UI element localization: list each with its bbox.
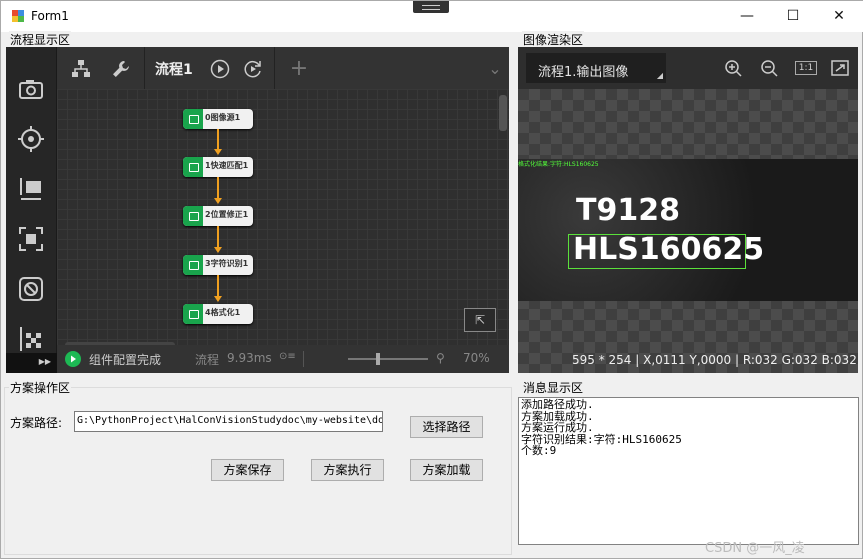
timing-value: 9.93ms: [227, 351, 272, 365]
fit-view-button[interactable]: ⇱: [464, 308, 496, 332]
save-plan-button[interactable]: 方案保存: [211, 459, 284, 481]
path-label: 方案路径:: [10, 416, 63, 430]
add-tab-button[interactable]: +: [289, 58, 309, 80]
roi-icon[interactable]: [17, 225, 45, 253]
collapse-arrow-icon: ⇱: [474, 313, 486, 327]
flow-node[interactable]: 1快速匹配1: [183, 157, 253, 177]
flow-status-bar: 组件配置完成 流程 9.93ms ⊙≡ ⚲ 70%: [57, 345, 509, 373]
path-input[interactable]: G:\PythonProject\HalConVisionStudydoc\my…: [74, 411, 383, 432]
image-panel: 流程1.输出图像 ◢ 1:1 格式化结果:字符:HLS160625 T9128 …: [518, 47, 858, 373]
result-overlay-text: 格式化结果:字符:HLS160625: [518, 161, 599, 168]
flow-node[interactable]: 2位置修正1: [183, 206, 253, 226]
minimize-button[interactable]: —: [724, 1, 770, 32]
actual-size-button[interactable]: 1:1: [795, 61, 817, 75]
message-line: 方案运行成功.: [521, 421, 594, 434]
zoom-out-icon[interactable]: [760, 59, 780, 77]
zoom-slider-thumb[interactable]: [376, 353, 380, 365]
ops-group-label: 方案操作区: [9, 379, 72, 396]
tool-sidebar: [6, 47, 57, 353]
image-group-label: 图像渲染区: [522, 31, 585, 48]
flow-panel: ▶▶ 流程1 + ⌄ 0图像源1 1快速匹配1 2位置修正1 3字符识别1 4格…: [6, 47, 509, 373]
measure-icon[interactable]: [17, 175, 45, 203]
vertical-scrollbar[interactable]: [499, 95, 507, 131]
sidebar-expand[interactable]: ▶▶: [6, 353, 57, 373]
flow-canvas[interactable]: 0图像源1 1快速匹配1 2位置修正1 3字符识别1 4格式化1 ⇱: [57, 89, 509, 353]
run-once-icon[interactable]: [210, 59, 230, 79]
choose-path-button[interactable]: 选择路径: [410, 416, 483, 438]
title-bar: Form1 — ☐ ✕: [1, 1, 863, 32]
target-icon[interactable]: [17, 125, 45, 153]
app-icon: [12, 10, 24, 22]
position-fix-icon: [183, 206, 203, 226]
message-line: 个数:9: [521, 444, 557, 457]
window-title: Form1: [31, 9, 69, 23]
message-box[interactable]: 添加路径成功. 方案加载成功. 方案运行成功. 字符识别结果:字符:HLS160…: [518, 397, 859, 545]
pixel-info-status: 595 * 254 | X,0111 Y,0000 | R:032 G:032 …: [572, 353, 857, 367]
status-ok-icon: [65, 351, 81, 367]
log-icon[interactable]: ⊙≡: [279, 351, 296, 362]
flow-toolbar: 流程1 + ⌄: [57, 47, 509, 89]
ocr-icon: [183, 255, 203, 275]
flow-node[interactable]: 3字符识别1: [183, 255, 253, 275]
load-plan-button[interactable]: 方案加载: [410, 459, 483, 481]
flow-node[interactable]: 0图像源1: [183, 109, 253, 129]
ocr-line-2: HLS160625: [573, 232, 765, 267]
close-button[interactable]: ✕: [816, 1, 862, 32]
image-toolbar: 流程1.输出图像 ◢ 1:1: [518, 47, 858, 89]
chevron-down-icon[interactable]: ⌄: [485, 59, 505, 79]
maximize-button[interactable]: ☐: [770, 1, 816, 32]
rendered-image: [518, 159, 858, 301]
checker-icon[interactable]: [17, 325, 45, 353]
zoom-slider[interactable]: [348, 358, 428, 360]
image-title: 流程1.输出图像: [538, 65, 629, 80]
image-source-select[interactable]: 流程1.输出图像 ◢: [526, 53, 666, 83]
zoom-value: 70%: [463, 351, 490, 365]
flow-tree-icon[interactable]: [71, 59, 91, 79]
wrench-icon[interactable]: [111, 59, 131, 79]
message-line: 添加路径成功.: [521, 398, 594, 411]
flow-group-label: 流程显示区: [9, 31, 72, 48]
status-text: 组件配置完成: [89, 353, 162, 367]
timing-label: 流程: [195, 353, 220, 367]
main-window: Form1 — ☐ ✕ 流程显示区 图像渲染区 方案操作区 消息显示区 ▶▶ 流…: [0, 0, 863, 559]
camera-icon[interactable]: [17, 75, 45, 103]
expand-icon: ▶▶: [38, 357, 51, 366]
corner-dropdown-icon: ◢: [656, 71, 663, 80]
flow-node[interactable]: 4格式化1: [183, 304, 253, 324]
zoom-icon: ⚲: [436, 351, 445, 365]
message-line: 字符识别结果:字符:HLS160625: [521, 432, 682, 446]
watermark: CSDN @一风_凌: [705, 541, 805, 556]
drag-handle[interactable]: [413, 1, 449, 13]
fit-window-icon[interactable]: [830, 59, 850, 77]
run-loop-icon[interactable]: [243, 59, 263, 79]
format-icon: [183, 304, 203, 324]
calibration-icon[interactable]: [17, 275, 45, 303]
match-icon: [183, 157, 203, 177]
message-group-label: 消息显示区: [522, 379, 585, 396]
zoom-in-icon[interactable]: [724, 59, 744, 77]
image-source-icon: [183, 109, 203, 129]
flow-tab-title[interactable]: 流程1: [155, 59, 193, 79]
ocr-line-1: T9128: [576, 193, 680, 228]
run-plan-button[interactable]: 方案执行: [311, 459, 384, 481]
